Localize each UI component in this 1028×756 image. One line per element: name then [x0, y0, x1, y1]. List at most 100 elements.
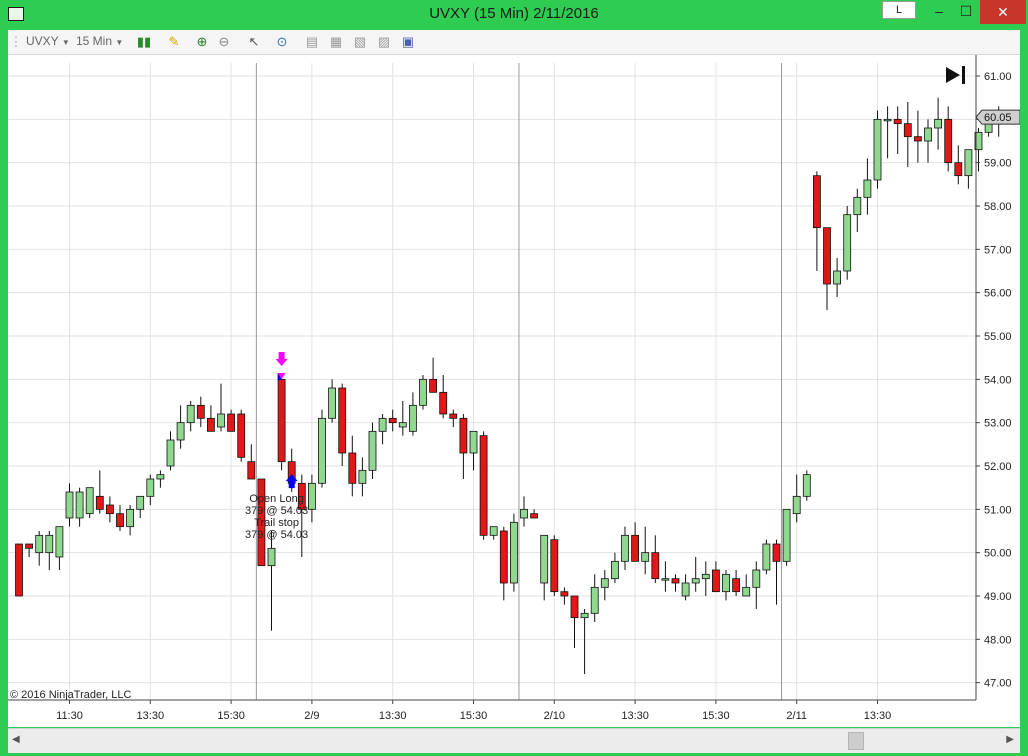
horizontal-scrollbar[interactable]: ◀ ▶: [8, 728, 1020, 753]
candle-down: [429, 378, 438, 393]
candle-down: [954, 162, 963, 177]
zoom-out-icon[interactable]: ⊖: [216, 34, 232, 50]
candle-down: [237, 413, 246, 458]
candle-up: [621, 534, 629, 562]
instrument-selector[interactable]: UVXY ▼: [26, 34, 70, 48]
candle-down: [499, 530, 508, 584]
candle-up: [358, 469, 367, 484]
y-tick-label: 50.00: [984, 548, 1012, 560]
candle-up: [146, 478, 155, 497]
candle-down: [813, 175, 821, 229]
title-bar: UVXY (15 Min) 2/11/2016 L ‒ ☐ ✕: [0, 0, 1028, 30]
candle-up: [883, 118, 892, 122]
candle-up: [873, 118, 882, 181]
exit-name-label: Trail stop: [254, 517, 299, 529]
drawing-tool-pencil-icon[interactable]: ✎: [166, 34, 182, 50]
candle-up: [540, 534, 549, 584]
candle-down: [196, 404, 205, 419]
y-tick-label: 48.00: [984, 634, 1012, 646]
candle-up: [166, 439, 175, 467]
toolbar-grip-icon: ⋮: [9, 34, 23, 49]
candle-up: [85, 487, 94, 515]
candle-down: [671, 578, 680, 584]
y-tick-label: 53.00: [984, 418, 1012, 430]
candle-down: [893, 118, 902, 125]
candle-up: [75, 491, 84, 519]
candle-up: [267, 547, 276, 567]
magnifier-icon[interactable]: ⊙: [274, 34, 290, 50]
maximize-button[interactable]: ☐: [954, 0, 978, 22]
candle-down: [25, 543, 34, 549]
candle-up: [833, 270, 841, 285]
y-tick-label: 52.00: [984, 461, 1012, 473]
candle-down: [116, 513, 124, 528]
candle-up: [307, 482, 316, 510]
y-tick-label: 55.00: [984, 331, 1012, 343]
candle-down: [338, 387, 347, 454]
candle-up: [722, 573, 730, 593]
pointer-icon[interactable]: ↖: [246, 34, 262, 50]
x-tick-label: 2/11: [786, 710, 807, 722]
candle-up: [55, 526, 64, 558]
scroll-to-end-icon: [946, 67, 960, 83]
candle-down: [914, 136, 922, 142]
candle-up: [126, 508, 134, 528]
candle-up: [752, 569, 761, 588]
candle-up: [782, 508, 791, 562]
candle-down: [550, 539, 559, 593]
candle-up: [408, 404, 417, 432]
x-tick-label: 13:30: [864, 710, 892, 722]
candle-down: [772, 543, 781, 562]
candle-down: [348, 452, 357, 484]
copyright-notice: © 2016 NinjaTrader, LLC: [10, 689, 132, 701]
chart-trader-icon[interactable]: ▣: [400, 34, 416, 50]
candle-down: [944, 118, 953, 164]
interval-selector[interactable]: 15 Min ▼: [76, 34, 123, 48]
close-button[interactable]: ✕: [980, 0, 1026, 24]
properties-icon[interactable]: ▤: [304, 34, 320, 50]
candle-up: [611, 560, 619, 580]
candle-up: [580, 612, 589, 619]
candle-up: [469, 430, 478, 454]
x-tick-label: 13:30: [621, 710, 649, 722]
scroll-thumb[interactable]: [848, 732, 864, 750]
candle-down: [712, 569, 720, 593]
candle-up: [661, 578, 670, 581]
y-tick-label: 59.00: [984, 158, 1012, 170]
scroll-right-icon[interactable]: ▶: [1006, 734, 1014, 745]
candle-down: [277, 378, 286, 463]
candle-down: [95, 495, 104, 510]
candle-down: [479, 435, 488, 536]
candle-down: [449, 413, 458, 419]
candle-down: [459, 417, 468, 454]
candle-down: [206, 417, 215, 432]
candle-down: [227, 413, 236, 432]
link-button[interactable]: L: [882, 1, 916, 19]
candle-up: [924, 127, 932, 142]
candle-down: [106, 504, 114, 515]
candle-down: [823, 227, 831, 285]
candle-up: [45, 534, 54, 554]
candle-down: [530, 513, 538, 519]
candle-down: [903, 123, 912, 138]
candle-up: [742, 586, 751, 597]
data-box-icon[interactable]: ▨: [376, 34, 392, 50]
indicators-icon[interactable]: ▦: [328, 34, 344, 50]
minimize-button[interactable]: ‒: [928, 0, 950, 22]
scroll-left-icon[interactable]: ◀: [12, 734, 20, 745]
x-tick-label: 2/9: [304, 710, 319, 722]
candlestick-chart-svg[interactable]: 61.0060.0059.0058.0057.0056.0055.0054.00…: [8, 55, 1020, 727]
candle-up: [762, 543, 771, 571]
y-tick-label: 57.00: [984, 244, 1012, 256]
exit-arrow-icon: [285, 474, 298, 489]
price-chart[interactable]: 61.0060.0059.0058.0057.0056.0055.0054.00…: [8, 55, 1020, 727]
y-tick-label: 56.00: [984, 288, 1012, 300]
x-tick-label: 15:30: [460, 710, 488, 722]
candle-up: [65, 491, 74, 519]
zoom-in-icon[interactable]: ⊕: [194, 34, 210, 50]
x-tick-label: 2/10: [544, 710, 565, 722]
x-tick-label: 13:30: [137, 710, 165, 722]
candlestick-style-icon[interactable]: ▮▮: [136, 34, 152, 50]
interval-label: 15 Min: [76, 34, 113, 48]
strategies-icon[interactable]: ▧: [352, 34, 368, 50]
